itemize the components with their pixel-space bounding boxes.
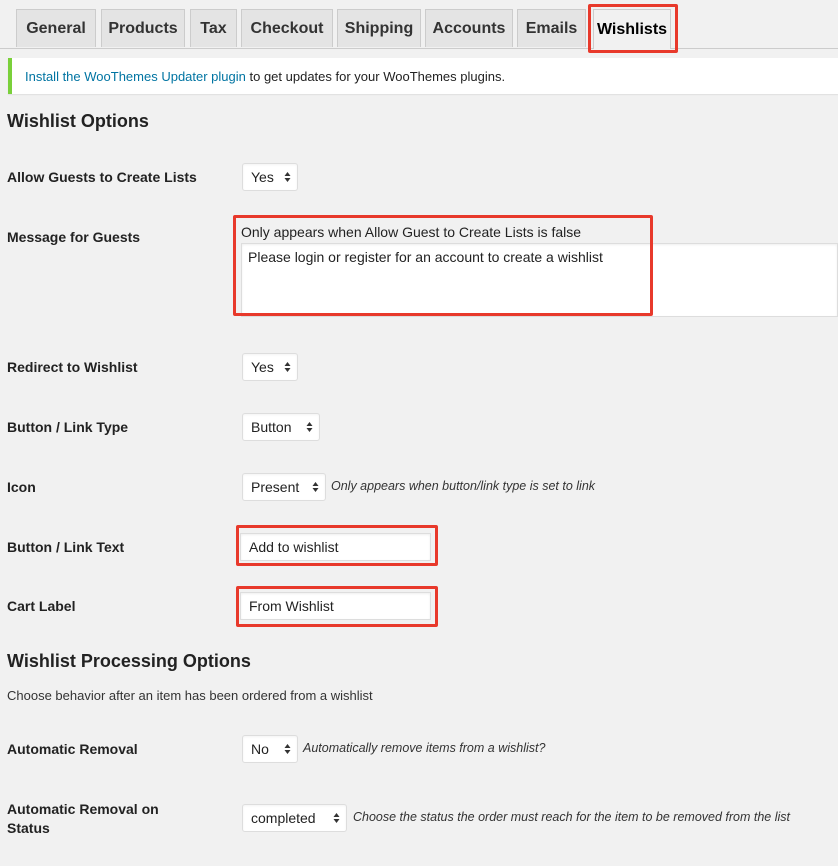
redirect-value: Yes bbox=[251, 359, 274, 375]
select-arrows-icon bbox=[306, 422, 313, 432]
cart-label-label: Cart Label bbox=[7, 598, 76, 614]
tab-wishlists[interactable]: Wishlists bbox=[593, 9, 671, 49]
allow-guests-value: Yes bbox=[251, 169, 274, 185]
tab-checkout[interactable]: Checkout bbox=[241, 9, 333, 47]
updater-notice: Install the WooThemes Updater plugin to … bbox=[8, 58, 838, 94]
redirect-label: Redirect to Wishlist bbox=[7, 359, 138, 375]
select-arrows-icon bbox=[284, 172, 291, 182]
cart-label-value: From Wishlist bbox=[249, 598, 334, 614]
guest-message-value: Please login or register for an account … bbox=[248, 249, 603, 265]
guest-message-description: Only appears when Allow Guest to Create … bbox=[241, 224, 582, 240]
allow-guests-label: Allow Guests to Create Lists bbox=[7, 169, 197, 185]
wishlist-options-heading: Wishlist Options bbox=[7, 111, 149, 131]
select-arrows-icon bbox=[312, 482, 319, 492]
select-arrows-icon bbox=[284, 362, 291, 372]
tab-accounts[interactable]: Accounts bbox=[425, 9, 513, 47]
cart-label-input[interactable]: From Wishlist bbox=[240, 592, 431, 620]
updater-plugin-link[interactable]: Install the WooThemes Updater plugin bbox=[25, 69, 246, 84]
processing-options-heading: Wishlist Processing Options bbox=[7, 651, 251, 671]
button-text-input[interactable]: Add to wishlist bbox=[240, 533, 431, 561]
icon-value: Present bbox=[251, 479, 300, 495]
guest-message-label: Message for Guests bbox=[7, 229, 141, 245]
auto-removal-label: Automatic Removal bbox=[7, 741, 138, 757]
tab-general[interactable]: General bbox=[16, 9, 96, 47]
auto-removal-select[interactable]: No bbox=[242, 735, 298, 763]
select-arrows-icon bbox=[333, 813, 340, 823]
button-text-label: Button / Link Text bbox=[7, 539, 125, 555]
button-type-label: Button / Link Type bbox=[7, 419, 129, 435]
button-type-select[interactable]: Button bbox=[242, 413, 320, 441]
button-text-value: Add to wishlist bbox=[249, 539, 339, 555]
removal-status-value: completed bbox=[251, 810, 316, 826]
removal-status-label: Automatic Removal on Status bbox=[7, 800, 159, 838]
allow-guests-select[interactable]: Yes bbox=[242, 163, 298, 191]
auto-removal-description: Automatically remove items from a wishli… bbox=[303, 741, 546, 755]
settings-tab-bar: General Products Tax Checkout Shipping A… bbox=[0, 0, 838, 49]
icon-label: Icon bbox=[7, 479, 36, 495]
select-arrows-icon bbox=[284, 744, 291, 754]
removal-status-select[interactable]: completed bbox=[242, 804, 347, 832]
redirect-select[interactable]: Yes bbox=[242, 353, 298, 381]
tab-shipping[interactable]: Shipping bbox=[337, 9, 421, 47]
auto-removal-value: No bbox=[251, 741, 269, 757]
processing-options-subtext: Choose behavior after an item has been o… bbox=[7, 688, 373, 703]
removal-status-label-line1: Automatic Removal on bbox=[7, 801, 159, 817]
tab-tax[interactable]: Tax bbox=[190, 9, 237, 47]
notice-text: to get updates for your WooThemes plugin… bbox=[245, 68, 506, 84]
tab-emails[interactable]: Emails bbox=[517, 9, 586, 47]
icon-description: Only appears when button/link type is se… bbox=[331, 479, 596, 493]
removal-status-label-line2: Status bbox=[7, 820, 50, 836]
icon-select[interactable]: Present bbox=[242, 473, 326, 501]
guest-message-textarea[interactable]: Please login or register for an account … bbox=[241, 243, 838, 317]
removal-status-description: Choose the status the order must reach f… bbox=[353, 810, 791, 824]
button-type-value: Button bbox=[251, 419, 292, 435]
tab-products[interactable]: Products bbox=[101, 9, 185, 47]
